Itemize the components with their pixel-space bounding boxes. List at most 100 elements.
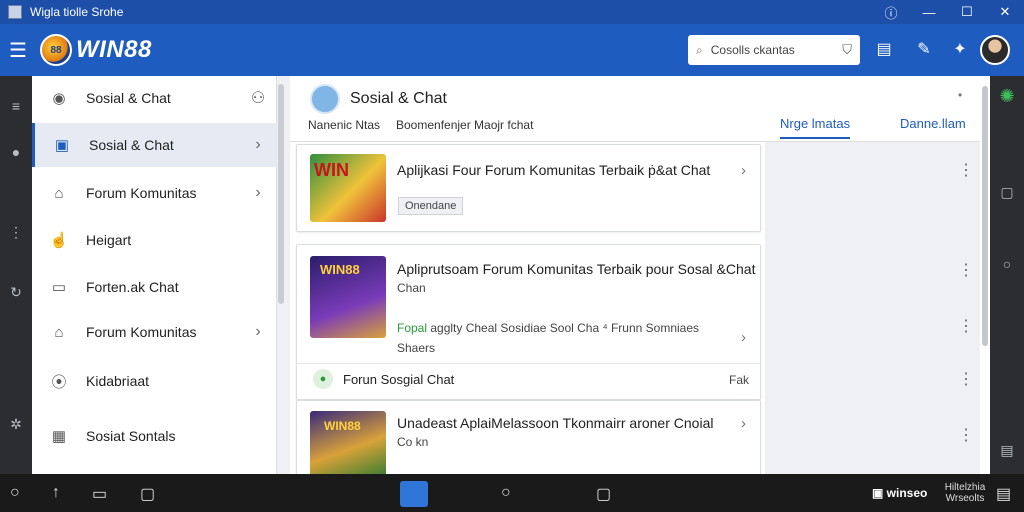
sidebar-item-label: Forum Komunitas (86, 185, 197, 201)
search-icon: ⌕ (696, 42, 703, 57)
time-line-2: Wrseolts (945, 493, 985, 504)
post-description: Fopal agglty Cheal Sosidiae Sool Cha ⁴ F… (397, 321, 699, 335)
sidebar-item-label: Sosial & Chat (89, 137, 174, 153)
app-shortcut-icon[interactable]: ✺ (990, 86, 1024, 107)
refresh-icon[interactable]: ↻ (0, 284, 32, 301)
sidebar-scrollbar[interactable] (278, 84, 284, 304)
subtitle-2: Boomenfenjer Maojr fchat (396, 118, 534, 132)
home-icon: ⌂ (54, 184, 64, 202)
grid-icon: ▦ (51, 428, 67, 445)
tab-primary[interactable]: Nrge lmatas (780, 116, 851, 139)
sidebar-item-label: Kidabriaat (86, 373, 150, 389)
forum-icon: ● (313, 369, 333, 389)
notification-icon[interactable]: ▤ (996, 484, 1011, 504)
hand-icon: ☝ (49, 232, 69, 249)
sparkle-icon[interactable]: ✦ (950, 40, 970, 60)
sidebar-item-chat[interactable]: ▭ Forten.ak Chat (32, 265, 277, 309)
sidebar-item-label: Sosiat Sontals (86, 428, 176, 444)
forum-action[interactable]: Fak (729, 373, 749, 387)
thumbnail-text: WIN88 (324, 419, 361, 433)
window-title: Wigla tiolle Srohe (30, 5, 124, 19)
more-icon[interactable]: ⋮ (958, 316, 974, 336)
chevron-right-icon[interactable]: › (741, 415, 746, 432)
chevron-right-icon[interactable]: › (741, 329, 746, 346)
recents-icon[interactable]: ▢ (596, 484, 611, 504)
folder-icon: ▣ (54, 137, 70, 154)
sidebar-item-heigart[interactable]: ☝ Heigart (32, 218, 277, 262)
divider (297, 363, 760, 364)
sidebar-item-label: Sosial & Chat (86, 90, 171, 106)
chevron-right-icon[interactable]: › (741, 162, 746, 179)
search-input[interactable]: Cosolls ckantas (711, 43, 795, 57)
post-title[interactable]: Unadeast AplaiMelassoon Tkonmairr aroner… (397, 415, 713, 431)
sidebar-item-label: Forum Komunitas (86, 324, 197, 340)
post-description-text: agglty Cheal Sosidiae Sool Cha ⁴ Frunn S… (427, 321, 700, 335)
taskbar: ○ ↑ ▭ ▢ ○ ▢ ▣ winseo Hiltelzhia Wrseolts … (0, 474, 1024, 512)
sidebar-item-sosial-chat-profile[interactable]: ◉ Sosial & Chat ⚇ (32, 76, 277, 120)
left-rail: ≡ ● ⋮ ↻ ✲ (0, 76, 32, 474)
up-arrow-icon[interactable]: ↑ (52, 484, 60, 502)
main-header: Sosial & Chat • Nanenic Ntas Boomenfenje… (290, 76, 980, 142)
home-icon[interactable]: ○ (501, 484, 511, 502)
window-icon: ▭ (51, 279, 67, 296)
chevron-right-icon: › (255, 136, 261, 153)
page-title: Sosial & Chat (350, 90, 447, 107)
taskbar-time: Hiltelzhia Wrseolts (940, 482, 990, 504)
taskbar-brand: ▣ winseo (872, 486, 928, 500)
tabs-icon[interactable]: ▭ (92, 484, 107, 504)
sidebar-item-sontals[interactable]: ▦ Sosiat Sontals (32, 414, 277, 458)
close-button[interactable]: ✕ (986, 4, 1024, 20)
edit-icon[interactable]: ✎ (914, 40, 934, 60)
inbox-icon[interactable]: ▤ (874, 40, 894, 60)
circle-icon[interactable]: ○ (990, 256, 1024, 272)
post-card-1[interactable]: WIN Aplijkasi Four Forum Komunitas Terba… (296, 144, 761, 232)
forum-link[interactable]: Forun Sosgial Chat (343, 372, 454, 387)
post-tag[interactable]: Onendane (398, 197, 464, 215)
minimize-button[interactable]: — (910, 5, 948, 20)
more-icon[interactable]: ⋮ (958, 425, 974, 445)
circle-icon[interactable]: ○ (10, 484, 20, 502)
post-title[interactable]: Apliprutsoam Forum Komunitas Terbaik pou… (397, 261, 755, 277)
post-subtitle: Co kn (397, 435, 429, 449)
sidebar-item-forum-2[interactable]: ⌂ Forum Komunitas › (32, 310, 277, 354)
post-thumbnail: WIN (310, 154, 386, 222)
more-icon[interactable]: ⋮ (0, 224, 32, 241)
search-box[interactable]: ⌕ Cosolls ckantas ⛉ (688, 35, 860, 65)
record-icon[interactable]: ● (0, 144, 32, 160)
square-icon[interactable]: ▢ (990, 184, 1024, 201)
right-rail: ✺ ▢ ○ ▤ (990, 76, 1024, 474)
info-icon[interactable]: ⓘ (872, 3, 910, 22)
time-line-1: Hiltelzhia (944, 482, 986, 493)
dot-icon: • (958, 88, 963, 102)
post-title[interactable]: Aplijkasi Four Forum Komunitas Terbaik ṗ… (397, 162, 710, 178)
user-avatar[interactable] (980, 35, 1010, 65)
person-icon[interactable]: ⚇ (239, 88, 277, 108)
settings-icon[interactable]: ✲ (0, 416, 32, 433)
title-bar: Wigla tiolle Srohe ⓘ — ☐ ✕ (0, 0, 1024, 24)
more-icon[interactable]: ⋮ (958, 260, 974, 280)
sidebar: ◉ Sosial & Chat ⚇ ▣ Sosial & Chat › ⌂ Fo… (32, 76, 277, 474)
list-icon[interactable]: ≡ (0, 98, 32, 114)
sidebar-item-sosial-chat[interactable]: ▣ Sosial & Chat › (32, 123, 277, 167)
app-icon (8, 5, 22, 19)
square-icon[interactable]: ▢ (140, 484, 155, 504)
more-icon[interactable]: ⋮ (958, 369, 974, 389)
post-card-2[interactable]: WIN88 Apliprutsoam Forum Komunitas Terba… (296, 244, 761, 400)
channel-avatar (310, 84, 340, 114)
menu-icon[interactable]: ☰ (2, 38, 34, 63)
maximize-button[interactable]: ☐ (948, 4, 986, 20)
sidebar-item-kidabriaat[interactable]: ⦿ Kidabriaat (32, 359, 277, 403)
logo-badge: 88 (40, 34, 72, 66)
more-icon[interactable]: ⋮ (958, 160, 974, 180)
sidebar-item-forum[interactable]: ⌂ Forum Komunitas › (32, 171, 277, 215)
shield-icon[interactable]: ⛉ (842, 42, 852, 58)
logo-text: WIN88 (76, 36, 152, 63)
post-card-3[interactable]: WIN88 Unadeast AplaiMelassoon Tkonmairr … (296, 400, 761, 480)
active-app-icon[interactable] (400, 481, 428, 507)
main-scrollbar[interactable] (982, 86, 988, 346)
logo[interactable]: 88 WIN88 (40, 34, 152, 66)
document-icon[interactable]: ▤ (990, 442, 1024, 459)
avatar-icon: ◉ (52, 90, 66, 107)
house-icon: ⌂ (54, 323, 64, 341)
tab-secondary[interactable]: Danne.llam (900, 116, 966, 131)
